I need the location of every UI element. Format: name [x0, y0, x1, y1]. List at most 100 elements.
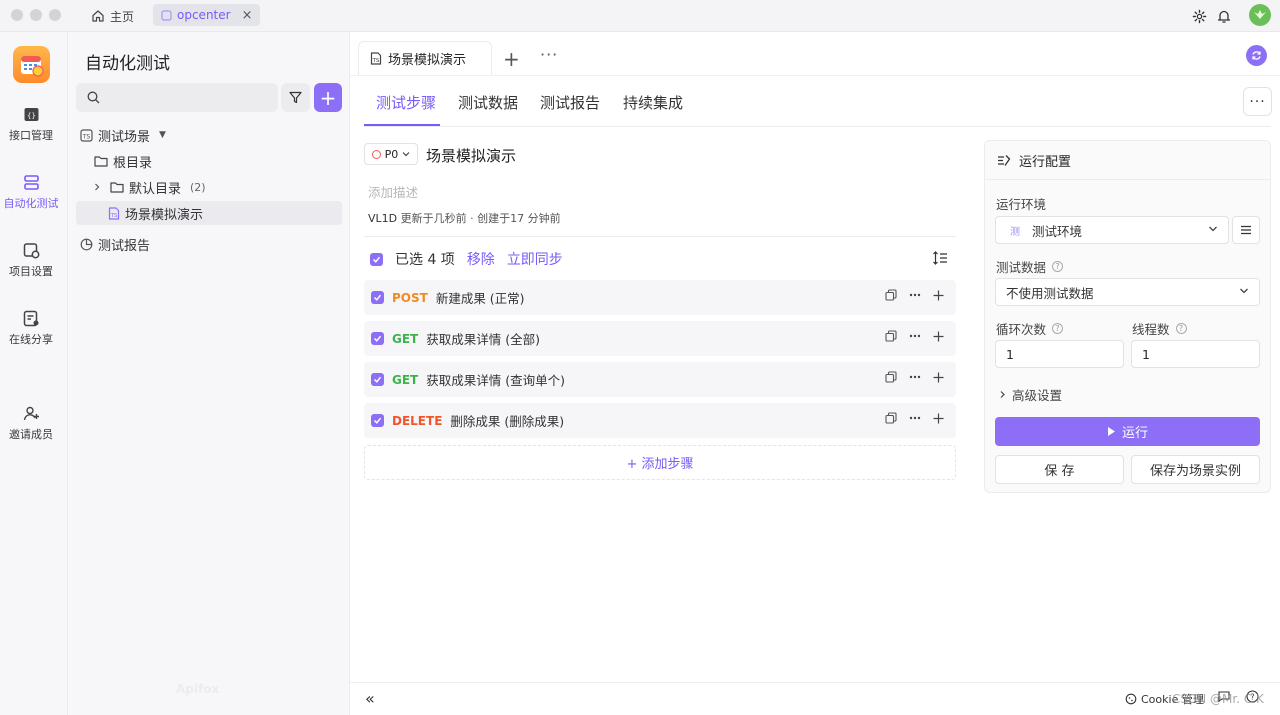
window-close-dot[interactable]: [11, 9, 23, 21]
doc-tab-label: 场景模拟演示: [388, 53, 467, 68]
selected-count: 已选 4 项: [395, 252, 455, 268]
save-instance-button[interactable]: 保存为场景实例: [1131, 455, 1260, 484]
scene-tree-panel: 自动化测试 + TS 测试场景 ▼ 根目录 默认目录 (2) TS 场景模拟演示…: [68, 32, 350, 715]
doc-tab-scene[interactable]: TS 场景模拟演示: [358, 41, 492, 75]
plus-icon[interactable]: [933, 290, 944, 301]
new-tab-button[interactable]: +: [503, 47, 520, 71]
description-field[interactable]: 添加描述: [368, 182, 418, 201]
tree-item-root[interactable]: 根目录: [94, 149, 152, 173]
selection-bar: 已选 4 项 移除 立即同步: [370, 249, 563, 269]
help-icon[interactable]: ?: [1175, 323, 1187, 334]
env-manage-button[interactable]: [1232, 216, 1260, 244]
copy-icon[interactable]: [885, 330, 897, 342]
window-zoom-dot[interactable]: [49, 9, 61, 21]
plus-icon[interactable]: [933, 413, 944, 424]
rail-item-share[interactable]: 在线分享: [0, 310, 62, 347]
loop-count-input[interactable]: 1: [995, 340, 1124, 368]
close-icon[interactable]: ×: [242, 8, 253, 23]
help-icon[interactable]: ?: [1052, 261, 1064, 272]
tab-test-report[interactable]: 测试报告: [540, 92, 600, 113]
run-config-icon: [997, 154, 1011, 167]
save-button[interactable]: 保 存: [995, 455, 1124, 484]
caret-down-icon[interactable]: ▼: [159, 130, 166, 140]
tree-item-label: 场景模拟演示: [125, 207, 204, 223]
step-row[interactable]: GET 获取成果详情 (查询单个): [364, 362, 956, 397]
tree-item-report[interactable]: 测试报告: [80, 232, 150, 256]
scene-title[interactable]: 场景模拟演示: [426, 145, 516, 166]
select-all-checkbox[interactable]: [370, 252, 383, 266]
settings-gear-icon[interactable]: [1189, 6, 1209, 26]
step-row[interactable]: DELETE 删除成果 (删除成果): [364, 403, 956, 438]
more-icon[interactable]: [909, 293, 921, 297]
tree-item-default-dir[interactable]: 默认目录 (2): [93, 175, 206, 199]
add-scene-button[interactable]: +: [314, 83, 342, 112]
scene-meta: VL1D 更新于几秒前 · 创建于17 分钟前: [368, 210, 561, 226]
rail-item-api[interactable]: {} 接口管理: [0, 106, 62, 143]
step-name: 获取成果详情 (全部): [426, 332, 540, 347]
tab-more-button[interactable]: ···: [540, 45, 558, 64]
collapse-sidebar-button[interactable]: «: [365, 689, 375, 708]
more-options-button[interactable]: ···: [1243, 87, 1272, 116]
advanced-settings-toggle[interactable]: 高级设置: [999, 385, 1062, 404]
project-tab-label: opcenter: [177, 8, 231, 22]
automation-icon: [23, 174, 40, 191]
rail-item-label: 邀请成员: [9, 428, 53, 441]
step-checkbox[interactable]: [371, 291, 384, 304]
project-settings-icon: [23, 242, 40, 259]
add-step-button[interactable]: + 添加步骤: [364, 445, 956, 480]
step-checkbox[interactable]: [371, 414, 384, 427]
plus-icon[interactable]: [933, 372, 944, 383]
tree-item-scenes[interactable]: TS 测试场景 ▼: [80, 123, 166, 147]
svg-text:TS: TS: [82, 133, 91, 140]
more-icon[interactable]: [909, 334, 921, 338]
tab-test-data[interactable]: 测试数据: [458, 92, 518, 113]
env-label: 运行环境: [996, 197, 1047, 212]
step-checkbox[interactable]: [371, 373, 384, 386]
report-pie-icon: [80, 238, 93, 251]
plus-icon[interactable]: [933, 331, 944, 342]
rail-item-automation[interactable]: 自动化测试: [0, 174, 62, 211]
thread-count-input[interactable]: 1: [1131, 340, 1260, 368]
app-logo: [13, 46, 50, 83]
test-data-select[interactable]: 不使用测试数据: [995, 278, 1260, 306]
env-value: 测试环境: [1032, 223, 1083, 239]
window-minimize-dot[interactable]: [30, 9, 42, 21]
step-actions: [885, 330, 944, 342]
sync-icon[interactable]: [1246, 45, 1267, 66]
sort-list-icon[interactable]: [932, 250, 948, 266]
env-select[interactable]: 测 测试环境: [995, 216, 1229, 244]
home-tab[interactable]: 主页: [85, 4, 140, 28]
rail-item-invite[interactable]: 邀请成员: [0, 405, 62, 442]
copy-icon[interactable]: [885, 289, 897, 301]
copy-icon[interactable]: [885, 412, 897, 424]
step-checkbox[interactable]: [371, 332, 384, 345]
more-icon[interactable]: [909, 375, 921, 379]
tab-ci[interactable]: 持续集成: [623, 92, 683, 113]
copy-icon[interactable]: [885, 371, 897, 383]
test-data-value: 不使用测试数据: [1006, 285, 1094, 301]
tree-search[interactable]: [76, 83, 278, 112]
tree-item-scene[interactable]: TS 场景模拟演示: [76, 201, 342, 225]
bell-icon[interactable]: [1214, 6, 1234, 26]
more-icon[interactable]: [909, 416, 921, 420]
step-row[interactable]: GET 获取成果详情 (全部): [364, 321, 956, 356]
priority-dot: [371, 149, 381, 159]
tab-test-steps[interactable]: 测试步骤: [376, 92, 436, 113]
step-row[interactable]: POST 新建成果 (正常): [364, 280, 956, 315]
chevron-right-icon[interactable]: [93, 183, 101, 191]
rail-item-project-settings[interactable]: 项目设置: [0, 242, 62, 279]
help-icon[interactable]: ?: [1052, 323, 1064, 334]
step-method: GET: [392, 331, 419, 346]
step-name: 获取成果详情 (查询单个): [426, 373, 565, 388]
priority-select[interactable]: P0: [364, 143, 418, 165]
sync-now-link[interactable]: 立即同步: [507, 249, 563, 269]
search-input[interactable]: [106, 90, 266, 105]
rail-item-label: 在线分享: [9, 333, 53, 346]
user-avatar[interactable]: [1249, 4, 1271, 26]
remove-link[interactable]: 移除: [467, 249, 495, 269]
filter-button[interactable]: [281, 83, 310, 112]
run-button[interactable]: 运行: [995, 417, 1260, 446]
project-tab[interactable]: opcenter ×: [153, 4, 261, 26]
priority-value: P0: [384, 147, 399, 161]
step-method: POST: [392, 290, 428, 305]
